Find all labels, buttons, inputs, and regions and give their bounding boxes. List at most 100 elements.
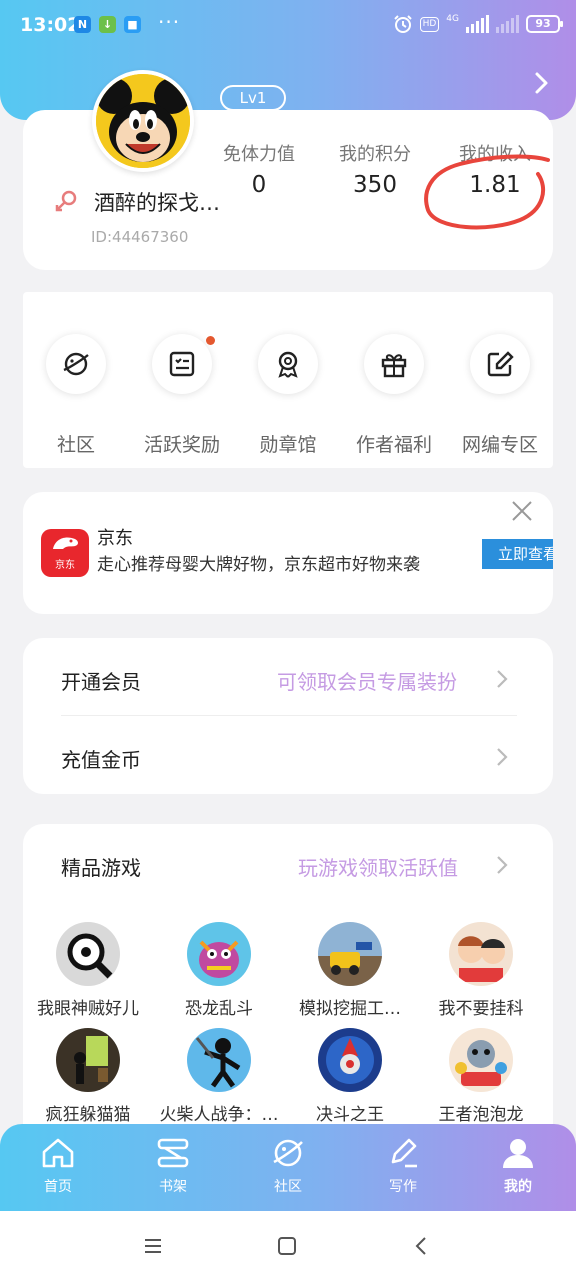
shortcut-editor-zone[interactable]: 网编专区 <box>450 334 550 457</box>
back-icon[interactable] <box>411 1235 433 1257</box>
game-name: 王者泡泡龙 <box>438 1105 524 1125</box>
game-icon <box>318 922 382 986</box>
shortcut-label: 社区 <box>56 434 95 456</box>
chevron-right-icon[interactable] <box>493 854 511 876</box>
medal-icon <box>278 351 298 378</box>
nav-label: 书架 <box>159 1179 187 1195</box>
shortcut-label: 勋章馆 <box>259 434 317 456</box>
hd-badge: HD <box>419 16 440 32</box>
game-item[interactable]: 模拟挖掘工… <box>285 922 415 1019</box>
game-icon <box>449 922 513 986</box>
shortcut-community[interactable]: 社区 <box>26 334 126 457</box>
stat-value: 0 <box>251 172 267 198</box>
view-now-button[interactable]: 立即查看 <box>482 539 553 569</box>
menu-icon[interactable] <box>142 1235 164 1257</box>
nickname: 酒醉的探戈… <box>94 191 220 215</box>
game-icon <box>318 1028 382 1092</box>
nav-label: 社区 <box>274 1179 302 1195</box>
nav-write[interactable]: 写作 <box>363 1136 443 1196</box>
game-icon <box>449 1028 513 1092</box>
game-name: 我眼神贼好儿 <box>37 999 139 1019</box>
app-notification-icon: ■ <box>124 16 141 33</box>
stat-label: 免体力值 <box>223 144 295 165</box>
network-type: 4G <box>446 13 459 24</box>
nav-mine[interactable]: 我的 <box>478 1136 558 1196</box>
game-item[interactable]: 火柴人战争：… <box>154 1028 284 1125</box>
chevron-right-icon[interactable] <box>493 668 511 690</box>
game-item[interactable]: 恐龙乱斗 <box>154 922 284 1019</box>
open-vip-label[interactable]: 开通会员 <box>61 666 141 695</box>
home-icon <box>42 1138 74 1168</box>
nav-home[interactable]: 首页 <box>18 1136 98 1196</box>
signal-icon <box>466 15 489 33</box>
shortcut-label: 作者福利 <box>355 434 432 456</box>
games-card: 精品游戏 玩游戏领取活跃值 我眼神贼好儿 恐龙乱斗 模拟挖掘工… 我不要挂科 疯… <box>23 824 553 1144</box>
game-name: 恐龙乱斗 <box>185 999 253 1019</box>
user-icon <box>503 1139 533 1168</box>
game-item[interactable]: 我不要挂科 <box>416 922 546 1019</box>
jd-logo: 京东 <box>41 529 89 577</box>
notification-dot <box>206 336 215 345</box>
ad-card[interactable]: 京东 京东 走心推荐母婴大牌好物，京东超市好物来袭 立即查看 <box>23 492 553 614</box>
checklist-icon <box>169 351 195 377</box>
game-item[interactable]: 疯狂躲猫猫 <box>23 1028 153 1125</box>
user-id: ID:44467360 <box>91 228 189 246</box>
open-vip-hint[interactable]: 可领取会员专属装扮 <box>277 666 457 695</box>
game-name: 模拟挖掘工… <box>299 999 401 1019</box>
nav-label: 我的 <box>504 1179 532 1195</box>
signal-secondary-icon <box>496 15 519 33</box>
shortcut-author-welfare[interactable]: 作者福利 <box>344 334 444 457</box>
game-item[interactable]: 我眼神贼好儿 <box>23 922 153 1019</box>
system-nav-bar <box>0 1211 576 1280</box>
status-time: 13:02 <box>20 14 81 36</box>
bottom-nav: 首页 书架 社区 写作 我的 <box>0 1124 576 1211</box>
close-icon[interactable] <box>511 500 533 522</box>
stat-label: 我的积分 <box>339 144 411 165</box>
game-item[interactable]: 王者泡泡龙 <box>416 1028 546 1125</box>
game-icon <box>187 1028 251 1092</box>
female-icon <box>55 190 77 212</box>
ad-logo-text: 京东 <box>55 560 75 571</box>
stat-value: 350 <box>353 172 397 198</box>
edit-icon <box>487 351 514 377</box>
shortcut-active-reward[interactable]: 活跃奖励 <box>132 334 232 457</box>
chevron-right-icon[interactable] <box>526 68 556 98</box>
games-hint[interactable]: 玩游戏领取活跃值 <box>298 852 458 881</box>
game-item[interactable]: 决斗之王 <box>285 1028 415 1125</box>
shortcut-label: 活跃奖励 <box>143 434 220 456</box>
notification-app-icon: N <box>74 16 91 33</box>
jd-mascot-icon <box>53 537 78 549</box>
member-card: 开通会员 可领取会员专属装扮 充值金币 <box>23 638 553 794</box>
game-icon <box>56 1028 120 1092</box>
games-title: 精品游戏 <box>61 856 141 880</box>
shortcut-label: 网编专区 <box>461 434 538 456</box>
game-icon <box>56 922 120 986</box>
more-notifications-icon: ··· <box>158 10 181 34</box>
recharge-coins-label[interactable]: 充值金币 <box>61 744 141 773</box>
nav-community[interactable]: 社区 <box>248 1136 328 1196</box>
stat-stamina[interactable]: 免体力值 0 <box>204 140 314 198</box>
nav-label: 写作 <box>389 1179 417 1195</box>
game-name: 火柴人战争：… <box>159 1105 279 1125</box>
planet-icon <box>273 1139 303 1167</box>
nav-bookshelf[interactable]: 书架 <box>133 1136 213 1196</box>
ad-description: 走心推荐母婴大牌好物，京东超市好物来袭 <box>97 555 420 575</box>
avatar[interactable] <box>92 70 194 172</box>
game-icon <box>187 922 251 986</box>
home-button-icon[interactable] <box>276 1235 298 1257</box>
status-bar: 13:02 N ↓ ■ ··· HD 4G 93 <box>0 0 576 52</box>
divider <box>61 715 517 716</box>
stat-points[interactable]: 我的积分 350 <box>320 140 430 198</box>
pen-icon <box>391 1138 417 1168</box>
bookshelf-icon <box>157 1138 189 1168</box>
nav-label: 首页 <box>44 1179 72 1195</box>
shortcut-medal-hall[interactable]: 勋章馆 <box>238 334 338 457</box>
game-name: 疯狂躲猫猫 <box>45 1105 131 1125</box>
battery-icon: 93 <box>526 15 563 33</box>
alarm-icon <box>393 15 412 33</box>
download-notification-icon: ↓ <box>99 16 116 33</box>
annotation-circle <box>424 154 550 230</box>
planet-icon <box>63 352 89 376</box>
game-name: 我不要挂科 <box>438 999 524 1019</box>
chevron-right-icon[interactable] <box>493 746 511 768</box>
